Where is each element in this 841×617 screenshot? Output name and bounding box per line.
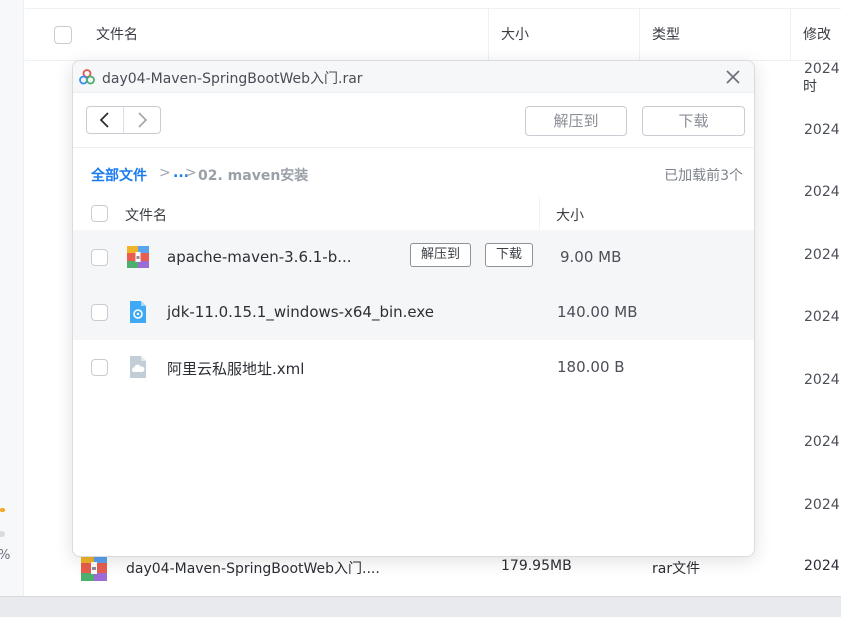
chevron-right-icon — [138, 112, 148, 128]
breadcrumb-root[interactable]: 全部文件 — [91, 165, 147, 185]
file-name[interactable]: apache-maven-3.6.1-b... — [167, 248, 352, 266]
select-all-checkbox[interactable] — [91, 205, 108, 222]
row-extract-button[interactable]: 解压到 — [410, 243, 471, 267]
column-name[interactable]: 文件名 — [125, 205, 167, 225]
download-button[interactable]: 下载 — [642, 106, 745, 136]
column-divider — [488, 9, 489, 61]
left-sidebar-edge: % — [0, 0, 24, 596]
archive-icon — [81, 555, 107, 585]
dialog-list-header: 文件名 大小 — [73, 197, 754, 229]
navigation-buttons — [86, 106, 161, 134]
row-checkbox[interactable] — [91, 304, 108, 321]
extract-to-button[interactable]: 解压到 — [525, 106, 627, 136]
modified-date: 2024. — [804, 184, 841, 200]
file-size: 9.00 MB — [560, 248, 622, 266]
dialog-toolbar: 解压到 下载 — [73, 93, 754, 147]
select-all-checkbox[interactable] — [54, 26, 72, 44]
chevron-left-icon — [99, 112, 109, 128]
file-size: 179.95MB — [501, 558, 572, 574]
loaded-count-status: 已加载前3个 — [664, 168, 743, 184]
executable-icon — [130, 301, 146, 323]
list-item[interactable]: jdk-11.0.15.1_windows-x64_bin.exe 140.00… — [73, 285, 754, 340]
progress-indicator — [0, 508, 5, 512]
close-icon[interactable] — [724, 68, 742, 86]
column-name[interactable]: 文件名 — [96, 9, 138, 61]
percent-label: % — [0, 548, 10, 563]
dialog-title: day04-Maven-SpringBootWeb入门.rar — [102, 71, 363, 87]
breadcrumb: 全部文件 > ... > 02. maven安装 已加载前3个 — [73, 147, 754, 197]
file-name[interactable]: jdk-11.0.15.1_windows-x64_bin.exe — [167, 303, 434, 321]
modified-date: 2024. — [804, 372, 841, 388]
bottom-bar — [0, 596, 841, 617]
file-list-header: 文件名 大小 类型 修改时 — [25, 8, 841, 95]
list-item[interactable]: apache-maven-3.6.1-b... 解压到 下载 9.00 MB — [73, 230, 754, 285]
list-item[interactable]: 阿里云私服地址.xml 180.00 B — [73, 340, 754, 395]
cloud-drive-logo-icon — [79, 69, 95, 85]
archive-preview-dialog: day04-Maven-SpringBootWeb入门.rar 解压到 下载 全… — [72, 60, 755, 557]
modified-date: 2024. — [804, 309, 841, 325]
archive-icon — [127, 246, 149, 268]
forward-button[interactable] — [124, 107, 161, 133]
row-checkbox[interactable] — [91, 359, 108, 376]
column-size[interactable]: 大小 — [556, 205, 584, 225]
column-divider — [790, 9, 791, 61]
modified-date: 2024. — [804, 61, 841, 77]
breadcrumb-current: 02. maven安装 — [198, 168, 309, 184]
file-type: rar文件 — [652, 561, 701, 577]
dialog-title-bar: day04-Maven-SpringBootWeb入门.rar — [73, 61, 754, 93]
file-name[interactable]: day04-Maven-SpringBootWeb入门.... — [126, 558, 380, 578]
breadcrumb-separator: > — [185, 165, 197, 181]
modified-date: 2024. — [804, 434, 841, 450]
file-size: 140.00 MB — [557, 303, 638, 321]
modified-date: 2024. — [804, 558, 841, 574]
column-modified[interactable]: 修改时 — [803, 9, 841, 95]
file-size: 180.00 B — [557, 358, 625, 376]
progress-track — [0, 531, 5, 537]
column-size[interactable]: 大小 — [501, 9, 529, 61]
column-divider — [639, 9, 640, 61]
back-button[interactable] — [87, 107, 124, 133]
column-divider — [539, 197, 540, 229]
modified-date: 2024. — [804, 122, 841, 138]
modified-date: 2024. — [804, 497, 841, 513]
file-name[interactable]: 阿里云私服地址.xml — [167, 358, 304, 379]
modified-date: 2024. — [804, 247, 841, 263]
breadcrumb-separator: > — [159, 165, 171, 181]
column-type[interactable]: 类型 — [652, 9, 680, 61]
row-checkbox[interactable] — [91, 249, 108, 266]
row-download-button[interactable]: 下载 — [485, 243, 533, 267]
document-icon — [130, 356, 146, 378]
